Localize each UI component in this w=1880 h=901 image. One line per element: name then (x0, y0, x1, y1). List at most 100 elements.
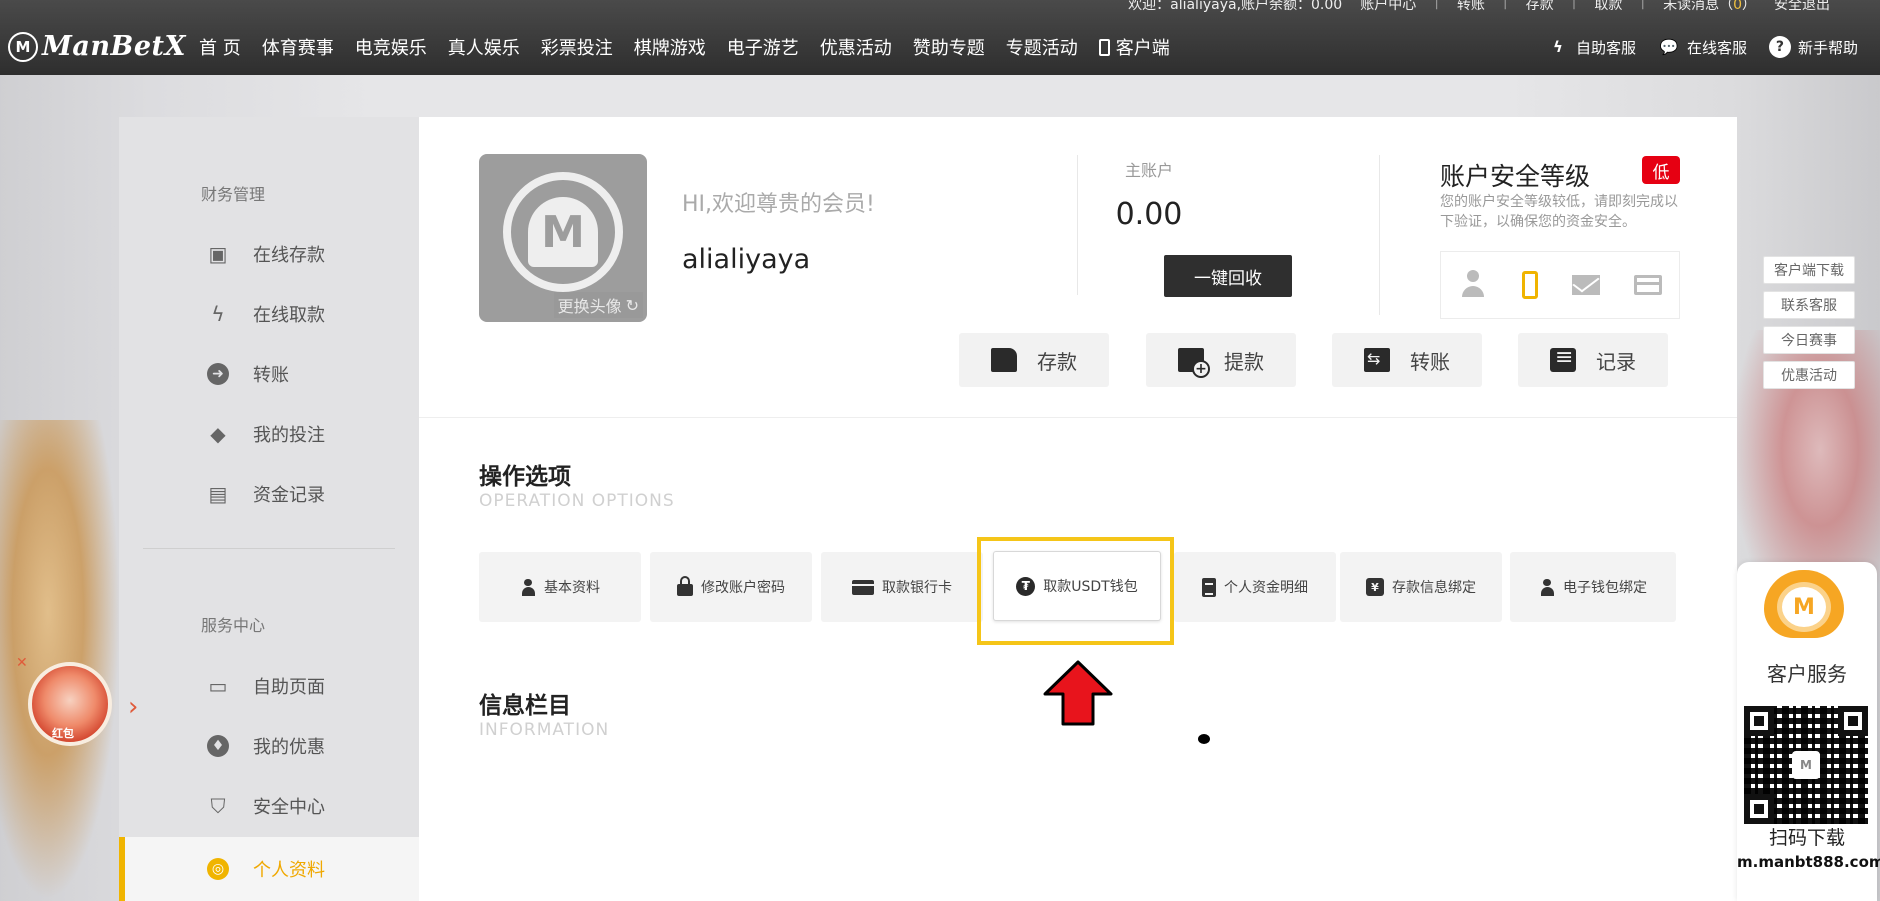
security-verification-icons (1440, 251, 1680, 319)
online-service-link[interactable]: 💬 在线客服 (1658, 36, 1747, 58)
sidebar-item-label: 自助页面 (253, 677, 325, 698)
sidebar-item-transfer[interactable]: ➜ 转账 (119, 352, 419, 396)
nav-live-casino[interactable]: 真人娱乐 (448, 34, 520, 60)
sidebar-item-label: 在线存款 (253, 245, 325, 266)
change-avatar-label: 更换头像 (557, 297, 622, 316)
op-basic-info-button[interactable]: 基本资料 (479, 552, 641, 622)
one-click-recall-button[interactable]: 一键回收 (1164, 255, 1292, 297)
sidebar-item-personal-info[interactable]: ◎ 个人资料 (119, 837, 419, 901)
newbie-help-link[interactable]: ? 新手帮助 (1768, 36, 1858, 58)
information-subtitle: INFORMATION (479, 720, 610, 740)
profile-icon: ◎ (206, 857, 230, 881)
section-divider (419, 417, 1737, 418)
float-promotions[interactable]: 优惠活动 (1763, 361, 1855, 389)
op-ewallet-binding-button[interactable]: 电子钱包绑定 (1510, 552, 1676, 622)
brand-logo[interactable]: M ManBetX (8, 31, 186, 62)
sidebar-item-my-promotions[interactable]: ♦ 我的优惠 (119, 724, 419, 768)
nav-slots[interactable]: 电子游艺 (727, 34, 799, 60)
sidebar-item-online-withdraw[interactable]: ϟ 在线取款 (119, 292, 419, 336)
quick-action-label: 存款 (1037, 349, 1077, 374)
nav-esports[interactable]: 电竞娱乐 (355, 34, 427, 60)
security-level-badge: 低 (1642, 156, 1680, 184)
sidebar-item-fund-records[interactable]: ▤ 资金记录 (119, 472, 419, 516)
sidebar-divider (143, 548, 395, 549)
lock-icon (677, 576, 693, 596)
document-icon: ▤ (208, 482, 228, 506)
cursor-dot (1198, 734, 1210, 744)
op-change-password-button[interactable]: 修改账户密码 (650, 552, 812, 622)
separator: | (1640, 0, 1646, 10)
top-link-unread-messages[interactable]: 未读消息（0） (1663, 0, 1756, 14)
float-contact-service[interactable]: 联系客服 (1763, 291, 1855, 319)
sidebar-item-label: 我的优惠 (253, 737, 325, 758)
nav-promotions[interactable]: 优惠活动 (820, 34, 892, 60)
mobile-phone-icon (1098, 38, 1110, 56)
red-arrow-up-icon (1043, 660, 1113, 726)
sidebar-item-security-center[interactable]: ⛉ 安全中心 (119, 784, 419, 828)
promo-close-icon[interactable]: ✕ (16, 655, 28, 671)
nav-card-games[interactable]: 棋牌游戏 (634, 34, 706, 60)
sidebar-item-self-service[interactable]: ▭ 自助页面 (119, 664, 419, 708)
avatar[interactable]: M 更换头像 ↻ (479, 154, 647, 322)
logo-emblem-icon: M (8, 31, 38, 62)
operation-options-title: 操作选项 (479, 464, 571, 490)
quick-withdraw-button[interactable]: 提款 (1146, 333, 1296, 387)
lightning-icon: ϟ (1553, 38, 1563, 56)
nav-lottery[interactable]: 彩票投注 (541, 34, 613, 60)
monitor-icon: ▭ (208, 674, 228, 698)
sidebar-item-my-bets[interactable]: ◆ 我的投注 (119, 412, 419, 456)
qr-code-icon: M (1744, 706, 1868, 824)
top-link-logout[interactable]: 安全退出 (1774, 0, 1830, 14)
op-personal-fund-details-button[interactable]: 个人资金明细 (1174, 552, 1336, 622)
mobile-url: m.manbt888.com (1737, 853, 1880, 871)
chevron-right-icon[interactable]: › (128, 692, 138, 722)
username: alialiyaya (682, 244, 811, 275)
identity-verify-icon[interactable] (1458, 269, 1488, 300)
float-client-download[interactable]: 客户端下载 (1763, 256, 1855, 284)
quick-records-button[interactable]: 记录 (1518, 333, 1668, 387)
top-right-nav: ϟ 自助客服 💬 在线客服 ? 新手帮助 (1547, 36, 1858, 58)
qr-center-logo: M (1792, 751, 1820, 779)
nav-home[interactable]: 首 页 (199, 34, 241, 60)
sidebar-item-online-deposit[interactable]: ▣ 在线存款 (119, 232, 419, 276)
phone-verify-icon[interactable] (1522, 271, 1538, 299)
top-link-account-center[interactable]: 账户中心 (1360, 0, 1416, 14)
sidebar-item-label: 转账 (253, 365, 289, 386)
sidebar-item-label: 资金记录 (253, 485, 325, 506)
nav-client-app[interactable]: 客户端 (1098, 34, 1170, 60)
operation-options-subtitle: OPERATION OPTIONS (479, 491, 675, 511)
float-today-matches[interactable]: 今日赛事 (1763, 326, 1855, 354)
clipboard-icon (1202, 577, 1216, 597)
nav-special-events[interactable]: 专题活动 (1006, 34, 1078, 60)
unread-close-paren: ） (1742, 0, 1756, 13)
email-verify-icon[interactable] (1572, 275, 1600, 295)
top-link-withdraw[interactable]: 取款 (1594, 0, 1622, 14)
sidebar-heading-service: 服务中心 (201, 616, 266, 635)
op-withdraw-bank-card-button[interactable]: 取款银行卡 (821, 552, 983, 622)
gift-icon: ♦ (206, 734, 230, 758)
nav-sports[interactable]: 体育赛事 (262, 34, 334, 60)
quick-deposit-button[interactable]: 存款 (959, 333, 1109, 387)
card-plus-icon (1178, 348, 1210, 378)
self-service-label: 自助客服 (1575, 38, 1636, 57)
online-service-label: 在线客服 (1686, 38, 1747, 57)
nav-client-label: 客户端 (1115, 38, 1170, 59)
self-service-link[interactable]: ϟ 自助客服 (1547, 36, 1636, 58)
sidebar-item-label: 在线取款 (253, 305, 325, 326)
top-link-transfer[interactable]: 转账 (1457, 0, 1485, 14)
customer-service-panel[interactable]: M 客户服务 M 扫码下载 m.manbt888.com (1737, 562, 1880, 901)
person-icon (1539, 578, 1555, 596)
quick-transfer-button[interactable]: 转账 (1332, 333, 1482, 387)
floating-side-menu: 客户端下载 联系客服 今日赛事 优惠活动 (1763, 256, 1855, 396)
main-account-label: 主账户 (1124, 161, 1173, 180)
change-avatar-button[interactable]: 更换头像 ↻ (553, 292, 643, 318)
highlight-frame (977, 537, 1174, 645)
security-level-title: 账户安全等级 (1440, 162, 1591, 191)
op-deposit-info-binding-button[interactable]: ¥ 存款信息绑定 (1340, 552, 1502, 622)
bank-card-verify-icon[interactable] (1634, 275, 1662, 295)
top-link-deposit[interactable]: 存款 (1526, 0, 1554, 14)
headset-mascot-icon: M (1755, 570, 1853, 646)
nav-sponsorship[interactable]: 赞助专题 (913, 34, 985, 60)
avatar-logo-mark: M (528, 197, 598, 267)
yen-icon: ¥ (1366, 578, 1384, 596)
